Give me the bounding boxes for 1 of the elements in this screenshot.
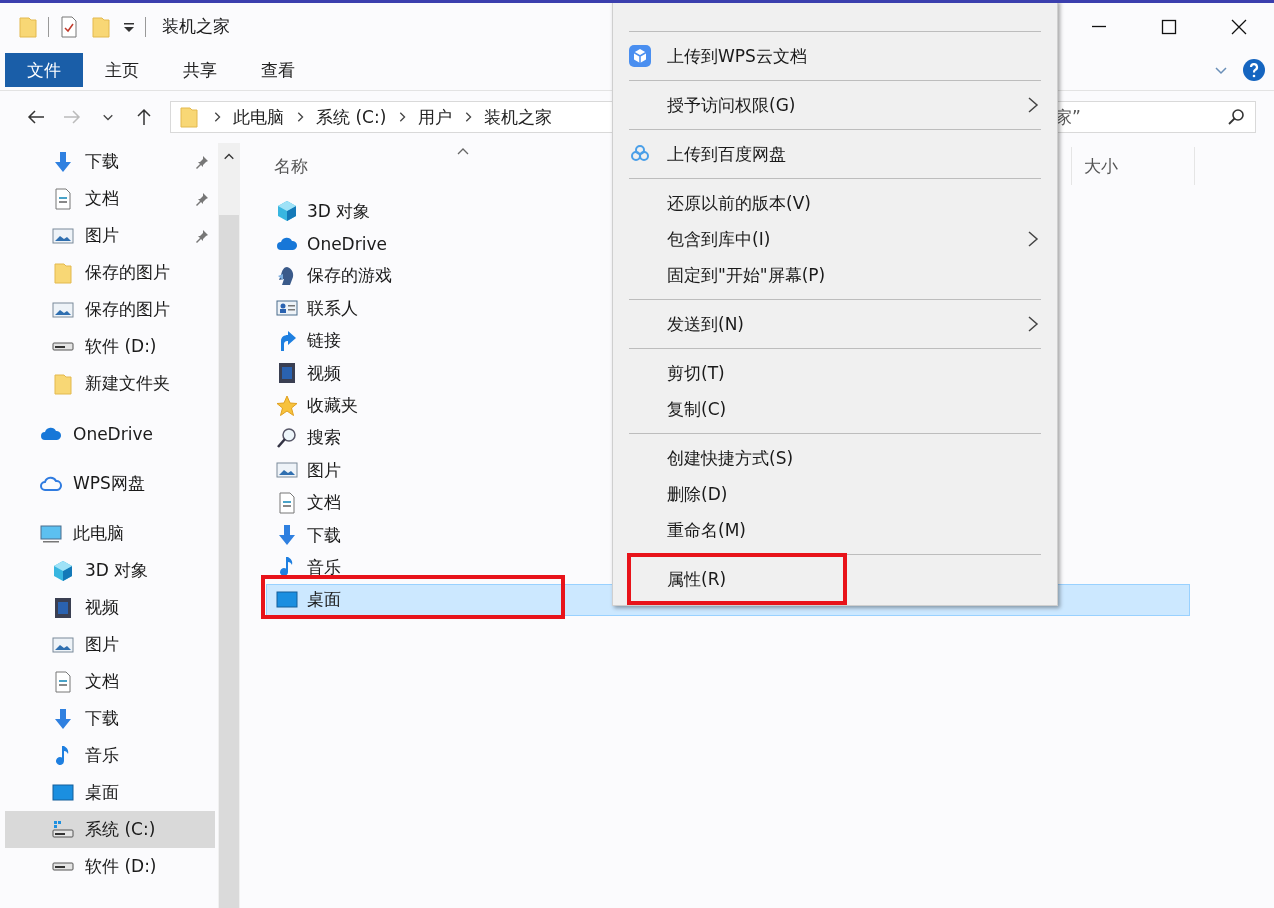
window-title: 装机之家 (162, 15, 230, 38)
